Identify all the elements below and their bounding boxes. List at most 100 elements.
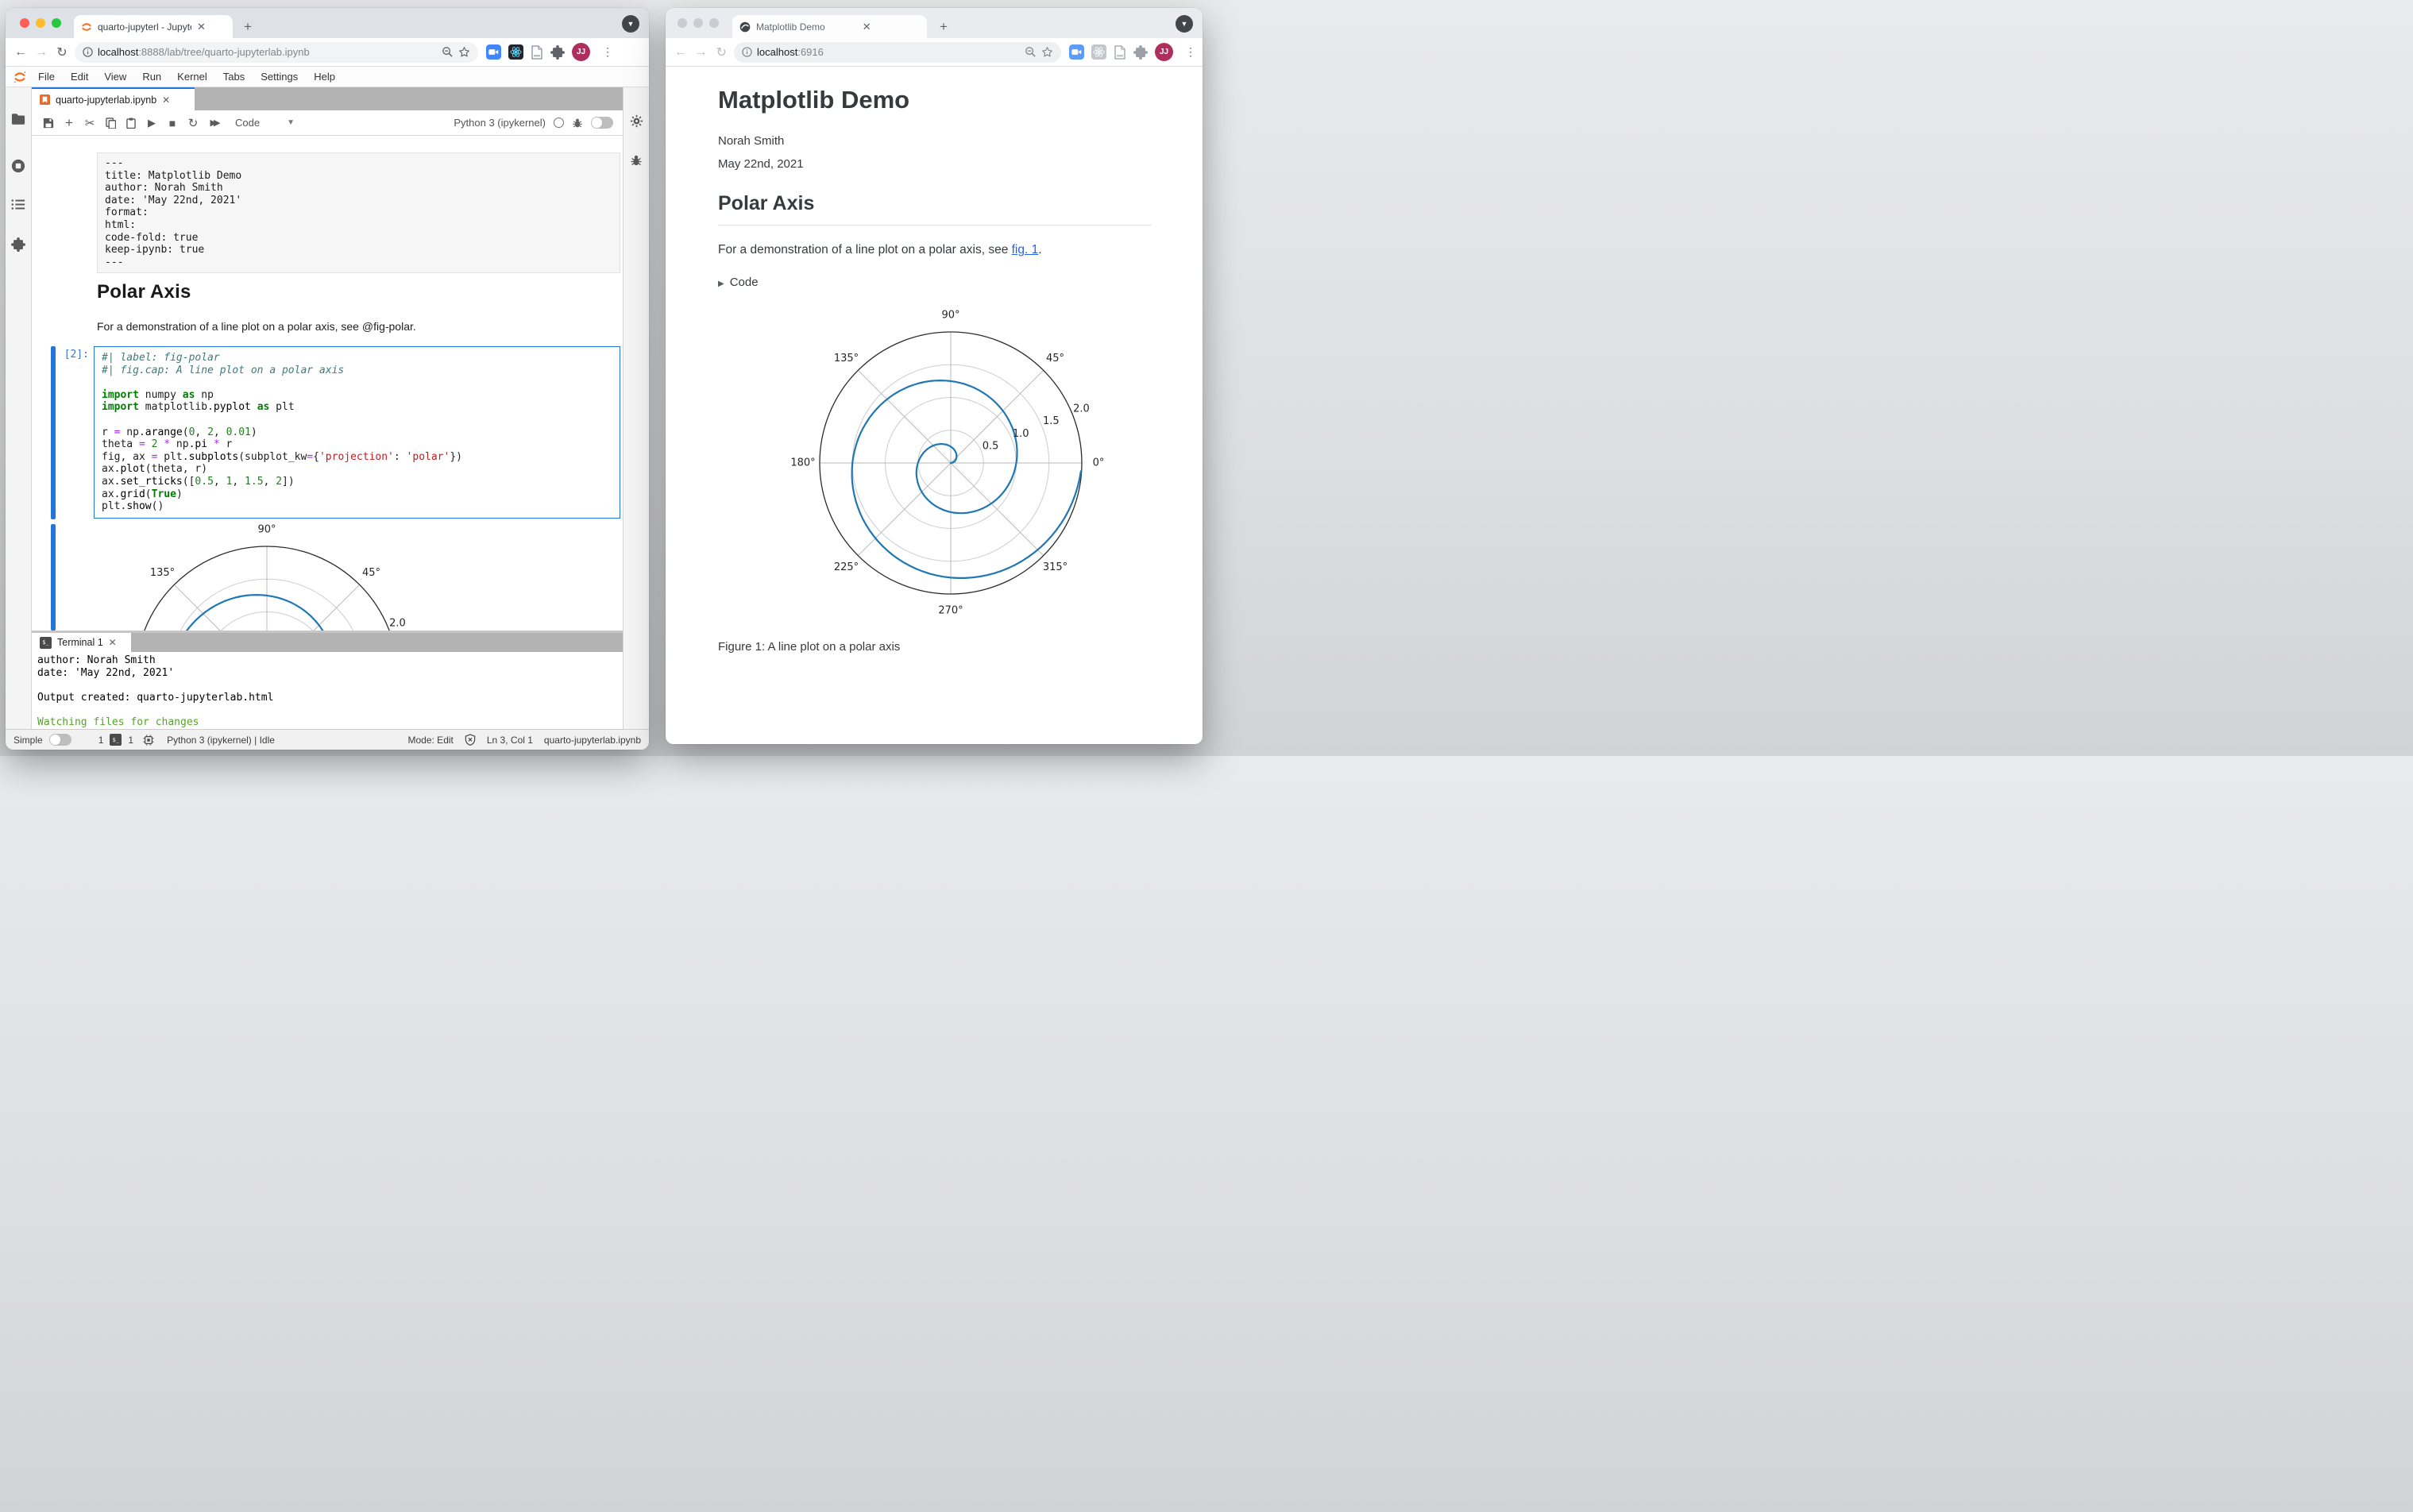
debugger-sidebar-bug-icon[interactable] (630, 154, 643, 171)
zoom-indicator-icon[interactable] (442, 46, 454, 58)
notebook-mode[interactable]: Mode: Edit (408, 735, 454, 746)
maximize-window-button[interactable] (52, 18, 61, 28)
menu-file[interactable]: File (30, 71, 63, 83)
tab-search-button[interactable]: ▼ (622, 15, 639, 33)
react-devtools-extension-icon[interactable] (508, 44, 523, 60)
polar-plot-figure: 0° 45° 90° 135° 180° 225° 270° 315° 0.5 1.0 1.5 2.0 (780, 300, 1122, 630)
right-titlebar[interactable]: Matplotlib Demo ✕ + ▼ (666, 8, 1203, 38)
zoom-extension-icon[interactable] (1069, 44, 1085, 60)
table-of-contents-icon[interactable] (11, 199, 25, 214)
new-tab-button[interactable]: + (940, 19, 948, 35)
url-text[interactable]: localhost:8888/lab/tree/quarto-jupyterla… (98, 46, 310, 58)
back-button[interactable]: ← (10, 45, 31, 60)
debugger-bug-icon[interactable] (572, 118, 583, 129)
forward-button[interactable]: → (31, 45, 52, 60)
url-text[interactable]: localhost:6916 (757, 46, 824, 58)
cell-collapser[interactable] (51, 346, 56, 519)
site-info-icon[interactable] (742, 47, 752, 57)
document-extension-icon[interactable] (1114, 44, 1126, 60)
figure-link[interactable]: fig. 1 (1012, 243, 1039, 256)
notebook-tabbar: quarto-jupyterlab.ipynb ✕ (32, 87, 623, 110)
restart-run-all-button[interactable]: ▶▶ (203, 118, 224, 128)
raw-yaml-cell[interactable]: --- title: Matplotlib Demo author: Norah S… (97, 152, 620, 274)
cursor-position[interactable]: Ln 3, Col 1 (487, 735, 533, 746)
browser-menu-icon[interactable]: ⋮ (1185, 45, 1196, 59)
close-notebook-tab-icon[interactable]: ✕ (162, 95, 170, 105)
back-button[interactable]: ← (670, 45, 691, 60)
notebook-toolbar-toggle[interactable] (591, 117, 613, 129)
simple-mode-toggle[interactable] (48, 734, 71, 746)
theta-tick-label: 135° (834, 353, 859, 364)
cell-type-chevron-icon[interactable]: ▼ (287, 118, 295, 127)
markdown-cell[interactable]: Polar Axis For a demonstration of a line… (97, 281, 416, 333)
code-cell[interactable]: #| label: fig-polar #| fig.cap: A line pl… (94, 346, 620, 519)
running-kernels-icon[interactable] (11, 159, 25, 177)
add-cell-button[interactable]: + (59, 115, 79, 131)
menu-run[interactable]: Run (134, 71, 169, 83)
menu-tabs[interactable]: Tabs (215, 71, 253, 83)
menu-settings[interactable]: Settings (253, 71, 306, 83)
zoom-extension-icon[interactable] (486, 44, 501, 60)
zoom-indicator-icon[interactable] (1025, 46, 1037, 58)
new-tab-button[interactable]: + (244, 19, 252, 35)
browser-menu-icon[interactable]: ⋮ (602, 45, 613, 59)
document-extension-icon[interactable] (531, 44, 543, 60)
kernel-status-text[interactable]: Python 3 (ipykernel) | Idle (167, 735, 275, 746)
minimize-window-button[interactable] (693, 18, 703, 28)
profile-avatar[interactable]: JJ (572, 43, 590, 61)
kernel-chip-icon[interactable] (143, 734, 154, 746)
tab-search-button[interactable]: ▼ (1176, 15, 1193, 33)
save-button[interactable] (38, 118, 59, 129)
profile-avatar[interactable]: JJ (1155, 43, 1174, 61)
close-tab-icon[interactable]: ✕ (197, 21, 206, 32)
extensions-puzzle-icon[interactable] (1133, 44, 1149, 60)
close-window-button[interactable] (678, 18, 687, 28)
bookmark-star-icon[interactable] (1041, 46, 1053, 58)
cell-type-select[interactable]: Code (235, 117, 260, 129)
stop-kernel-button[interactable]: ■ (162, 117, 183, 129)
r-tick-label: 2.0 (1073, 403, 1090, 415)
paste-cells-button[interactable] (121, 118, 141, 129)
site-info-icon[interactable] (83, 47, 93, 57)
terminal-output[interactable]: author: Norah Smith date: 'May 22nd, 202… (32, 652, 623, 740)
browser-tab[interactable]: Matplotlib Demo ✕ (732, 15, 927, 38)
notebook-content[interactable]: --- title: Matplotlib Demo author: Norah S… (32, 136, 623, 631)
reload-button[interactable]: ↻ (52, 44, 72, 60)
restart-kernel-button[interactable]: ↻ (183, 116, 203, 130)
react-devtools-extension-icon[interactable] (1091, 44, 1107, 60)
bookmark-star-icon[interactable] (458, 46, 470, 58)
file-browser-icon[interactable] (11, 113, 25, 129)
address-bar[interactable]: localhost:8888/lab/tree/quarto-jupyterla… (75, 41, 478, 63)
extensions-puzzle-icon[interactable] (550, 44, 565, 60)
menu-help[interactable]: Help (306, 71, 343, 83)
menu-view[interactable]: View (96, 71, 134, 83)
terminal-tab[interactable]: $_ Terminal 1 ✕ (32, 633, 131, 652)
property-inspector-gear-icon[interactable] (630, 114, 643, 132)
run-cell-button[interactable]: ▶ (141, 117, 162, 129)
address-bar[interactable]: localhost:6916 (734, 41, 1062, 63)
minimize-window-button[interactable] (36, 18, 45, 28)
cut-cells-button[interactable]: ✂ (79, 116, 100, 130)
close-window-button[interactable] (20, 18, 29, 28)
kernel-name-button[interactable]: Python 3 (ipykernel) (454, 117, 546, 129)
terminals-icon[interactable]: $_ (110, 734, 122, 746)
menu-kernel[interactable]: Kernel (169, 71, 215, 83)
left-titlebar[interactable]: quarto-jupyterl - JupyterLab ✕ + ▼ (6, 8, 649, 38)
notebook-tab[interactable]: quarto-jupyterlab.ipynb ✕ (32, 87, 195, 110)
close-tab-icon[interactable]: ✕ (863, 21, 871, 32)
trust-shield-icon[interactable] (465, 734, 476, 746)
copy-cells-button[interactable] (100, 117, 121, 129)
forward-button[interactable]: → (691, 45, 712, 60)
extension-manager-icon[interactable] (11, 237, 25, 256)
yaml-line: --- (105, 157, 124, 169)
browser-tab[interactable]: quarto-jupyterl - JupyterLab ✕ (74, 15, 233, 38)
menu-edit[interactable]: Edit (63, 71, 96, 83)
maximize-window-button[interactable] (709, 18, 719, 28)
kernel-status-icon[interactable] (554, 118, 564, 128)
status-file-name: quarto-jupyterlab.ipynb (543, 734, 641, 746)
reload-button[interactable]: ↻ (711, 44, 732, 60)
close-terminal-tab-icon[interactable]: ✕ (109, 638, 117, 647)
output-collapser[interactable] (51, 524, 56, 631)
code-line: plt.show() (102, 500, 164, 513)
code-fold-toggle[interactable]: ▶ Code (718, 276, 759, 289)
